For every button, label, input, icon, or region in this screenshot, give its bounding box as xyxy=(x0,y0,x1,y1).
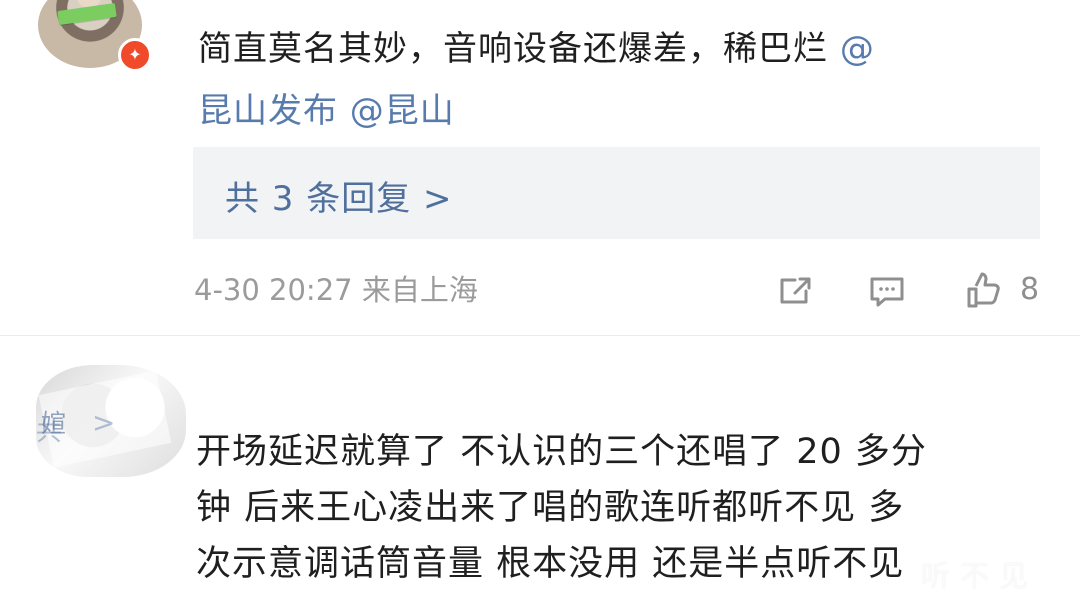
mention-links[interactable]: 昆山发布 @昆山 xyxy=(198,91,455,131)
weibo-comment-screen: ✦ 简直莫名其妙，音响设备还爆差，稀巴烂 @ 昆山发布 @昆山 共 3 条回复 … xyxy=(0,0,1080,613)
first-comment-text: 简直莫名其妙，音响设备还爆差，稀巴烂 @ 昆山发布 @昆山 xyxy=(198,18,1018,142)
repost-icon[interactable] xyxy=(774,272,816,310)
avatar-green-card xyxy=(57,3,117,25)
reply-count-box[interactable]: 共 3 条回复 > xyxy=(193,147,1040,239)
mention-symbol[interactable]: @ xyxy=(840,29,875,69)
timestamp-location: 4-30 20:27 来自上海 xyxy=(194,273,478,307)
second-comment-line-1: 开场延迟就算了 不认识的三个还唱了 20 多分 xyxy=(196,432,927,472)
comment-icon[interactable] xyxy=(866,272,908,310)
comment-meta-row: 4-30 20:27 来自上海 8 xyxy=(194,268,1054,314)
verified-badge-icon: ✦ xyxy=(118,38,152,72)
second-comment-line-2: 钟 后来王心凌出来了唱的歌连听都听不见 多 xyxy=(196,488,905,528)
comment-divider xyxy=(0,335,1080,336)
thumbs-up-icon[interactable] xyxy=(961,272,1003,310)
chevron-right-icon: > xyxy=(91,406,116,439)
second-comment-text: 开场延迟就算了 不认识的三个还唱了 20 多分 钟 后来王心凌出来了唱的歌连听都… xyxy=(196,424,1036,592)
reply-count-label: 共 3 条回复 > xyxy=(225,179,453,219)
faded-watermark-text: 听不见 xyxy=(920,559,1038,593)
like-count: 8 xyxy=(1020,272,1040,307)
first-comment-prefix: 简直莫名其妙，音响设备还爆差，稀巴烂 xyxy=(198,29,828,69)
ghost-side-text: 共 xyxy=(36,417,63,447)
second-comment-line-3: 次示意调话筒音量 根本没用 还是半点听不见 xyxy=(196,544,905,584)
